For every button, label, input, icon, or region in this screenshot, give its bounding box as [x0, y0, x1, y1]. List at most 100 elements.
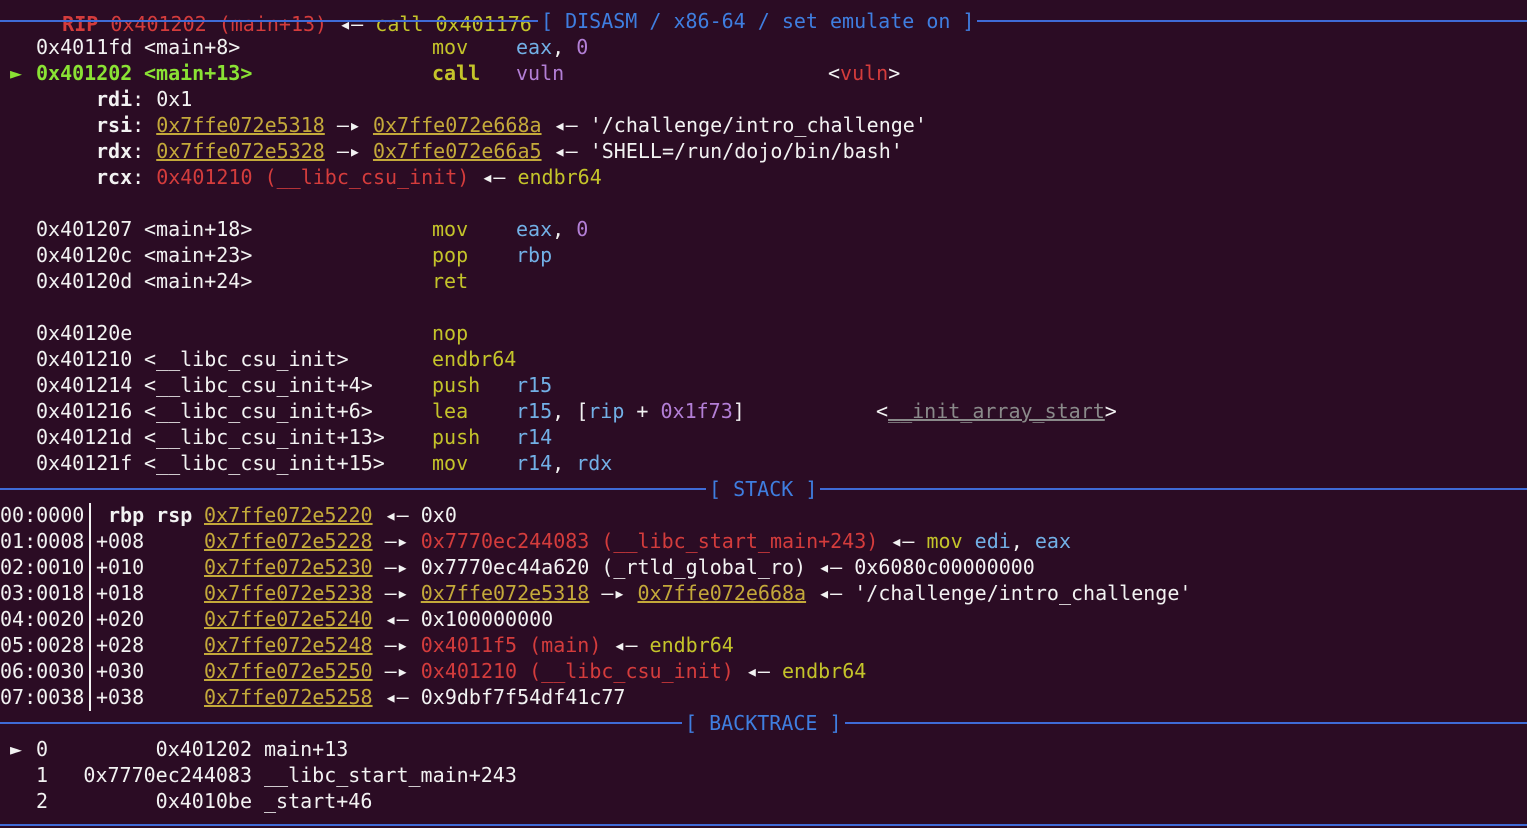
instruction-address: 0x401202: [36, 61, 133, 85]
stack-offset: +018: [96, 581, 145, 605]
instruction-symbol: <main+18>: [144, 217, 253, 241]
argument-colon: :: [132, 139, 157, 163]
comment-close-bracket: >: [888, 61, 901, 85]
stack-offset: rbp rsp: [108, 503, 193, 527]
operand-token: r14: [516, 451, 553, 475]
stack-index: 07:0038: [0, 685, 85, 709]
operand-token: ,: [552, 451, 577, 475]
stack-slot-address: 0x7ffe072e5240: [204, 607, 373, 631]
stack-index: 03:0018: [0, 581, 85, 605]
operand-token: , [: [552, 399, 589, 423]
operand-token: rip: [588, 399, 625, 423]
stack-value-token: 0x7ffe072e668a: [637, 581, 807, 605]
stack-value-token: —▸: [372, 581, 421, 605]
instruction-mnemonic: nop: [432, 321, 469, 345]
stack-value-token: 0x7770ec44a620 (_rtld_global_ro): [420, 555, 807, 579]
argument-value-token: 0x7ffe072e668a: [372, 113, 542, 137]
bottom-rule: [0, 824, 1527, 826]
frame-address: 0x401202: [155, 737, 252, 761]
argument-colon: :: [132, 87, 157, 111]
stack-row: 00:0000 rbp rsp 0x7ffe072e5220 ◂— 0x0: [0, 502, 1527, 528]
stack-value-token: 0x6080c00000000: [854, 555, 1035, 579]
backtrace-section-header: [ BACKTRACE ]: [0, 710, 1527, 736]
argument-value-token: 0x1: [156, 87, 193, 111]
instruction-address: 0x40120e: [36, 321, 133, 345]
instruction-symbol: <main+8>: [144, 35, 241, 59]
instruction-mnemonic: call: [432, 61, 481, 85]
backtrace-frame: 2 0x4010be _start+46: [0, 788, 1527, 814]
stack-index: 02:0010: [0, 555, 85, 579]
operand-token: 0: [576, 217, 589, 241]
operand-token: rdx: [576, 451, 613, 475]
stack-value-chain: 0x7ffe072e5230 —▸ 0x7770ec44a620 (_rtld_…: [204, 554, 1035, 580]
disasm-row: ► 0x401202 <main+13> call vuln <vuln>: [0, 60, 1527, 86]
instruction-symbol: <__libc_csu_init+13>: [144, 425, 385, 449]
instruction-mnemonic: mov: [432, 451, 469, 475]
instruction-comment: <__init_array_start>: [876, 398, 1117, 424]
instruction-mnemonic: lea: [432, 399, 469, 423]
stack-offset: +010: [96, 555, 145, 579]
stack-section-header: [ STACK ]: [0, 476, 1527, 502]
stack-value-chain: 0x7ffe072e5250 —▸ 0x401210 (__libc_csu_i…: [204, 658, 866, 684]
instruction-symbol: <__libc_csu_init+6>: [144, 399, 373, 423]
frame-address: 0x4010be: [155, 789, 252, 813]
call-argument-row: rdi: 0x1: [96, 86, 192, 112]
stack-value-token: ◂—: [372, 503, 421, 527]
operand-token: r15: [516, 399, 553, 423]
stack-value-token: ◂—: [806, 555, 855, 579]
instruction-mnemonic: endbr64: [432, 347, 517, 371]
stack-row: 07:0038 +038 0x7ffe072e5258 ◂— 0x9dbf7f54d…: [0, 684, 1527, 710]
operand-token: rbp: [516, 243, 553, 267]
stack-value-token: —▸: [372, 529, 421, 553]
argument-value-token: 'SHELL=/run/dojo/bin/bash': [589, 139, 903, 163]
argument-value-token: 0x401210 (__libc_csu_init): [156, 165, 470, 189]
stack-value-token: endbr64: [782, 659, 867, 683]
stack-value-token: ◂—: [372, 685, 421, 709]
stack-value-token: 0x401210 (__libc_csu_init): [420, 659, 734, 683]
stack-row: 03:0018 +018 0x7ffe072e5238 —▸ 0x7ffe072e5…: [0, 580, 1527, 606]
stack-slot-address: 0x7ffe072e5228: [204, 529, 373, 553]
instruction-operands: r15, [rip + 0x1f73]: [516, 398, 745, 424]
argument-register: rcx: [96, 165, 133, 189]
disasm-row: 0x40120d <main+24> ret: [0, 268, 1527, 294]
instruction-address: 0x40120c: [36, 243, 133, 267]
stack-offset: +038: [96, 685, 145, 709]
argument-value-token: endbr64: [517, 165, 602, 189]
instruction-operands: vuln: [516, 60, 564, 86]
call-argument-row: rdx: 0x7ffe072e5328 —▸ 0x7ffe072e66a5 ◂—…: [96, 138, 903, 164]
argument-value-token: ◂—: [541, 113, 590, 137]
instruction-operands: r15: [516, 372, 552, 398]
comment-open-bracket: <: [876, 399, 889, 423]
stack-value-token: edi: [974, 529, 1011, 553]
instruction-symbol: <__libc_csu_init+4>: [144, 373, 373, 397]
stack-index: 04:0020: [0, 607, 85, 631]
backtrace-frame: ► 0 0x401202 main+13: [0, 736, 1527, 762]
frame-number: 0: [36, 737, 49, 761]
stack-offset: +020: [96, 607, 145, 631]
disasm-row: 0x40120c <main+23> pop rbp: [0, 242, 1527, 268]
disasm-row: 0x401210 <__libc_csu_init> endbr64: [0, 346, 1527, 372]
current-frame-marker-icon: ►: [10, 737, 23, 761]
stack-slot-address: 0x7ffe072e5220: [204, 503, 373, 527]
call-argument-row: rsi: 0x7ffe072e5318 —▸ 0x7ffe072e668a ◂—…: [96, 112, 927, 138]
call-argument-row: rcx: 0x401210 (__libc_csu_init) ◂— endbr…: [96, 164, 602, 190]
operand-token: eax: [516, 217, 553, 241]
comment-open-bracket: <: [828, 61, 841, 85]
operand-token: +: [624, 399, 661, 423]
instruction-address: 0x40121d: [36, 425, 133, 449]
stack-value-token: ◂—: [601, 633, 650, 657]
stack-value-chain: 0x7ffe072e5240 ◂— 0x100000000: [204, 606, 553, 632]
stack-value-token: endbr64: [649, 633, 734, 657]
disasm-row: 0x401214 <__libc_csu_init+4> push r15: [0, 372, 1527, 398]
disasm-row: 0x40120e nop: [0, 320, 1527, 346]
argument-value-token: 0x7ffe072e5328: [156, 139, 325, 163]
argument-value-token: '/challenge/intro_challenge': [589, 113, 927, 137]
frame-address: 0x7770ec244083: [83, 763, 252, 787]
stack-slot-address: 0x7ffe072e5238: [204, 581, 373, 605]
instruction-mnemonic: mov: [432, 35, 469, 59]
stack-value-chain: 0x7ffe072e5258 ◂— 0x9dbf7f54df41c77: [204, 684, 625, 710]
stack-value-token: ◂—: [806, 581, 855, 605]
stack-row: 06:0030 +030 0x7ffe072e5250 —▸ 0x401210 (_…: [0, 658, 1527, 684]
argument-colon: :: [132, 113, 157, 137]
operand-token: ,: [552, 217, 577, 241]
